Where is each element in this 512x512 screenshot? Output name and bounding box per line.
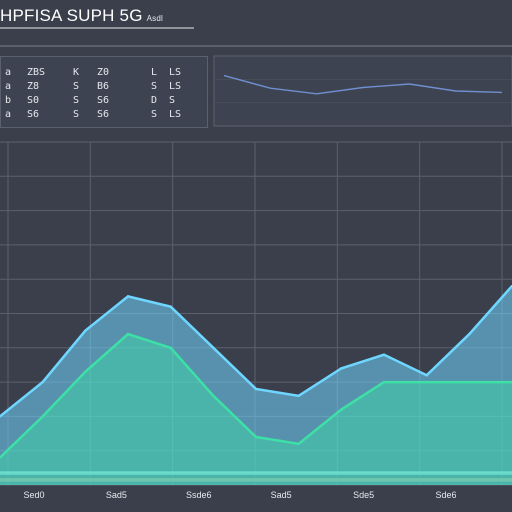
table-cell: S0	[27, 95, 40, 106]
table-row: a ZBS K Z0 L LS	[1, 67, 207, 81]
series-1-point	[126, 332, 130, 336]
table-cell: Z8	[27, 81, 40, 92]
x-tick-label: Sad5	[106, 490, 127, 500]
series-0-point	[126, 295, 130, 298]
x-tick-label: Sad5	[271, 490, 292, 500]
series-1-point	[382, 380, 386, 384]
table-cell: S	[151, 109, 158, 120]
series-0-point	[41, 380, 44, 384]
series-0-point	[468, 332, 471, 336]
series-0-point	[84, 329, 87, 332]
table-row: a S6 S S6 S LS	[1, 109, 207, 123]
table-cell: L	[151, 67, 158, 78]
series-1-point	[468, 380, 471, 384]
table-cell: K	[73, 67, 80, 78]
series-1-point	[41, 415, 44, 418]
x-tick-label: Ssde6	[186, 490, 212, 500]
table-cell: a	[5, 67, 12, 78]
series-0-point	[425, 374, 428, 377]
table-cell: S6	[27, 109, 40, 120]
table-cell: ZBS	[27, 67, 46, 78]
series-0-point	[254, 387, 258, 391]
table-cell: S	[73, 95, 80, 106]
series-0-point	[297, 394, 300, 398]
series-1-point	[340, 408, 343, 411]
table-cell: LS	[169, 67, 182, 78]
table-cell: a	[5, 109, 12, 120]
table-cell: S6	[97, 109, 110, 120]
table-cell: Z0	[97, 67, 110, 78]
x-tick-label: Sde6	[435, 490, 456, 500]
x-tick-label: Sed0	[23, 490, 44, 500]
table-row: a Z8 S B6 S LS	[1, 81, 207, 95]
x-tick-label: Sde5	[353, 490, 374, 500]
table-cell: LS	[169, 109, 182, 120]
series-0-point	[169, 305, 172, 308]
table-cell: b	[5, 95, 12, 106]
series-0-point	[212, 346, 215, 349]
data-table: a ZBS K Z0 L LS a Z8 S B6 S LS b S0 S S6 D Sa S6 S S6 S LS	[0, 56, 208, 128]
series-1-point	[297, 442, 300, 446]
table-cell: a	[5, 81, 12, 92]
table-cell: S	[151, 81, 158, 92]
series-0-point	[382, 353, 386, 356]
series-1-point	[212, 394, 215, 398]
table-cell: B6	[97, 81, 110, 92]
table-cell: S	[73, 109, 80, 120]
table-row: b S0 S S6 D S	[1, 95, 207, 109]
table-cell: S	[73, 81, 80, 92]
series-1-point	[254, 435, 258, 439]
table-cell: LS	[169, 81, 182, 92]
series-0-point	[340, 367, 343, 370]
series-1-point	[425, 380, 428, 384]
table-cell: D	[151, 95, 158, 106]
table-cell: S6	[97, 95, 110, 106]
table-cell: S	[169, 95, 176, 106]
series-1-point	[84, 370, 87, 374]
series-1-point	[169, 346, 172, 349]
